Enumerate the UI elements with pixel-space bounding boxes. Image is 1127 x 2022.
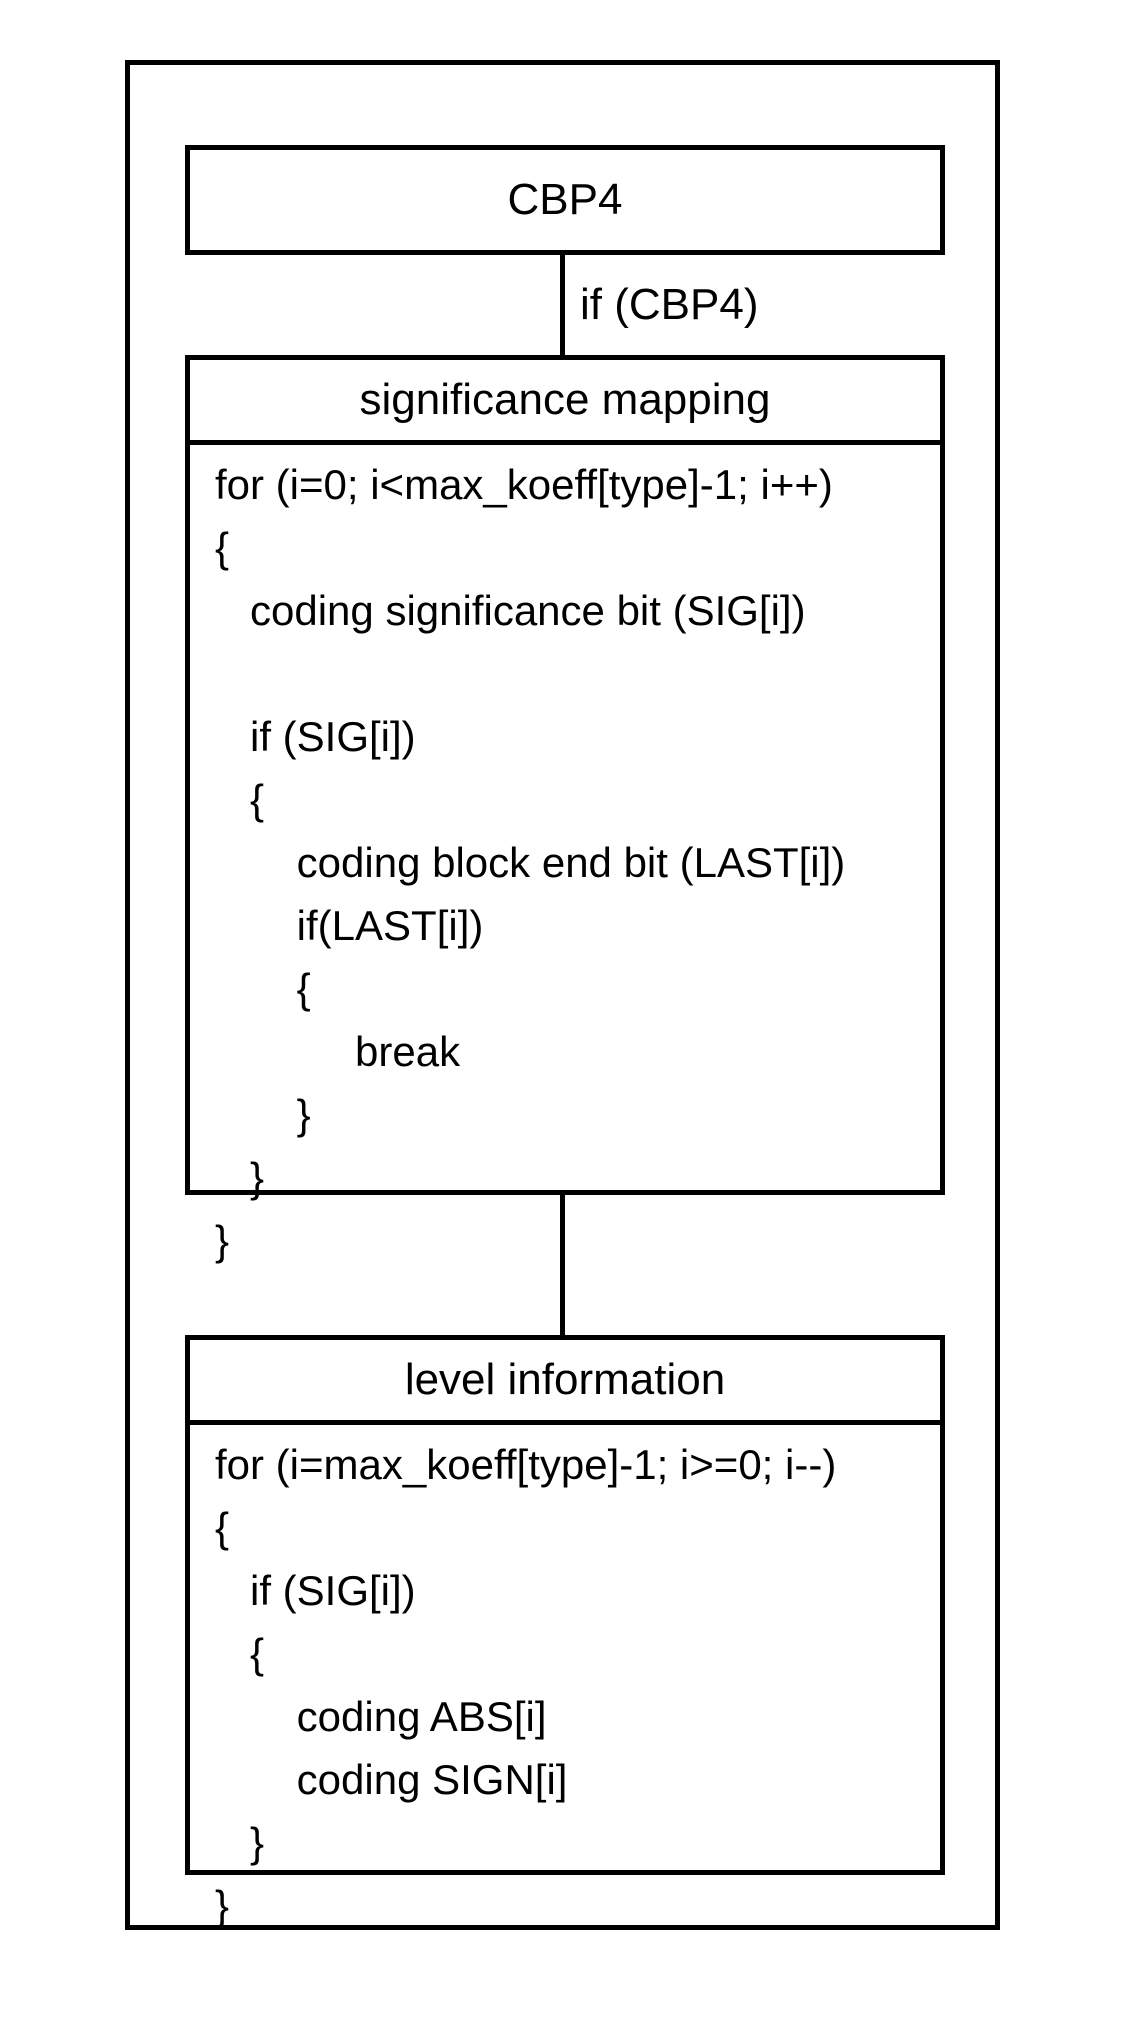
level-information-body: for (i=max_koeff[type]-1; i>=0; i--) { i…	[190, 1425, 940, 1957]
sig-header-label: significance mapping	[360, 375, 771, 425]
if-cbp4-label: if (CBP4)	[580, 280, 758, 330]
cbp4-box: CBP4	[185, 145, 945, 255]
connector-line	[560, 255, 565, 355]
significance-mapping-body: for (i=0; i<max_koeff[type]-1; i++) { co…	[190, 445, 940, 1292]
connector-line	[560, 1195, 565, 1335]
level-information-box: level information for (i=max_koeff[type]…	[185, 1335, 945, 1875]
significance-mapping-header: significance mapping	[190, 360, 940, 445]
level-information-header: level information	[190, 1340, 940, 1425]
cbp4-label: CBP4	[508, 175, 623, 225]
significance-mapping-box: significance mapping for (i=0; i<max_koe…	[185, 355, 945, 1195]
level-header-label: level information	[405, 1355, 725, 1405]
